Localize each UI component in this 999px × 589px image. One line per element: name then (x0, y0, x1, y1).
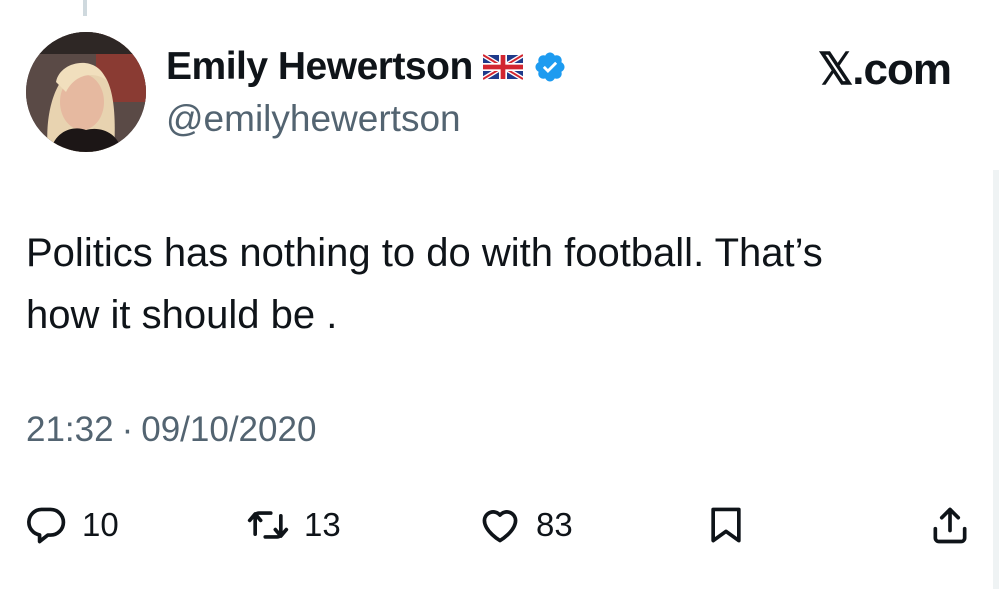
meta-separator: · (121, 410, 134, 449)
reply-icon (27, 507, 66, 544)
verified-badge-icon (535, 52, 565, 82)
heart-icon (482, 510, 518, 543)
share-icon (933, 507, 967, 544)
uk-flag-icon (482, 54, 523, 80)
tweet-text: Politics has nothing to do with football… (26, 231, 823, 337)
bookmark-button[interactable] (704, 500, 748, 550)
reply-button[interactable]: 10 (24, 500, 119, 550)
tweet-date: 09/10/2020 (141, 410, 317, 449)
repost-button[interactable]: 13 (246, 500, 341, 550)
like-count: 83 (536, 506, 573, 543)
tweet-timestamp[interactable]: 21:32 · 09/10/2020 (26, 410, 316, 450)
author-name[interactable]: Emily Hewertson (166, 45, 473, 89)
avatar-photo (26, 32, 146, 152)
repost-count: 13 (304, 506, 341, 543)
action-bar: 10 13 83 (0, 500, 999, 550)
avatar[interactable] (26, 32, 146, 152)
bookmark-icon (711, 507, 741, 543)
like-button[interactable]: 83 (478, 500, 573, 550)
share-button[interactable] (928, 500, 972, 550)
author-name-row: Emily Hewertson (166, 44, 567, 90)
brand-label: 𝕏.com (817, 45, 952, 94)
reply-count: 10 (82, 506, 119, 543)
tweet-time: 21:32 (26, 410, 114, 449)
repost-icon (247, 511, 289, 539)
author-handle[interactable]: @emilyhewertson (166, 98, 461, 140)
thread-connector-line (83, 0, 87, 16)
